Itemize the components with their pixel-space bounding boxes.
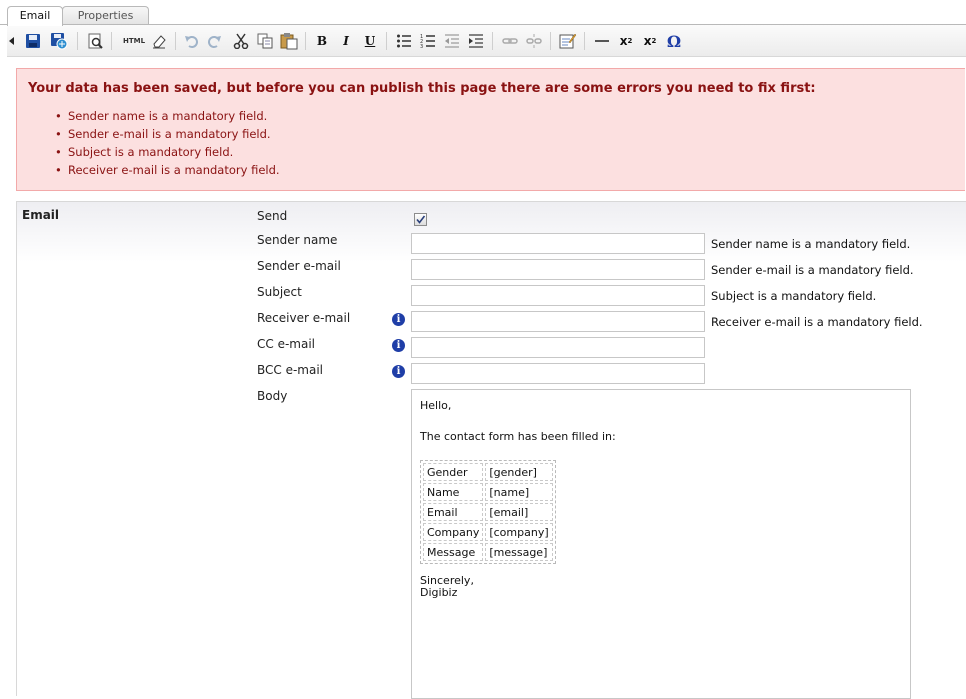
subject-error: Subject is a mandatory field. xyxy=(711,289,877,303)
table-cell-value: [name] xyxy=(485,483,553,501)
horizontal-rule-icon[interactable] xyxy=(592,31,612,51)
subject-input[interactable] xyxy=(411,285,705,306)
table-cell-value: [gender] xyxy=(485,463,553,481)
sender-name-error: Sender name is a mandatory field. xyxy=(711,237,911,251)
info-icon[interactable]: i xyxy=(392,313,405,326)
tab-email[interactable]: Email xyxy=(7,6,63,26)
superscript-label: x xyxy=(643,34,652,48)
body-label: Body xyxy=(257,389,288,403)
cc-email-input[interactable] xyxy=(411,337,705,358)
table-cell-key: Email xyxy=(423,503,484,521)
bcc-email-label: BCC e-mail xyxy=(257,363,324,377)
receiver-email-error: Receiver e-mail is a mandatory field. xyxy=(711,315,923,329)
send-label: Send xyxy=(257,209,288,223)
sender-email-label: Sender e-mail xyxy=(257,259,341,273)
receiver-email-label: Receiver e-mail xyxy=(257,311,351,325)
superscript-index: 2 xyxy=(651,37,657,45)
receiver-email-input[interactable] xyxy=(411,311,705,332)
section-title: Email xyxy=(22,208,60,222)
error-item: Receiver e-mail is a mandatory field. xyxy=(55,161,280,179)
table-row: Message [message] xyxy=(423,543,553,561)
preview-icon[interactable] xyxy=(85,31,105,51)
underline-button[interactable]: U xyxy=(360,31,380,51)
table-cell-value: [company] xyxy=(485,523,553,541)
contact-form-table: Gender [gender] Name [name] Email [email] C… xyxy=(420,460,556,564)
bold-button[interactable]: B xyxy=(312,31,332,51)
subject-label: Subject xyxy=(257,285,302,299)
redo-icon[interactable] xyxy=(205,31,225,51)
subscript-label: x xyxy=(619,34,628,48)
error-item: Sender name is a mandatory field. xyxy=(55,107,280,125)
italic-button[interactable]: I xyxy=(336,31,356,51)
bcc-email-input[interactable] xyxy=(411,363,705,384)
save-publish-icon[interactable] xyxy=(49,31,69,51)
table-row: Name [name] xyxy=(423,483,553,501)
outdent-icon[interactable] xyxy=(442,31,462,51)
link-icon[interactable] xyxy=(500,31,520,51)
send-checkbox[interactable] xyxy=(414,213,427,226)
error-title: Your data has been saved, but before you… xyxy=(28,81,816,96)
error-summary: Your data has been saved, but before you… xyxy=(16,68,965,191)
superscript-button[interactable]: x2 xyxy=(640,31,660,51)
table-cell-key: Company xyxy=(423,523,484,541)
table-cell-key: Name xyxy=(423,483,484,501)
unlink-icon[interactable] xyxy=(524,31,544,51)
edit-form-icon[interactable] xyxy=(558,31,578,51)
cut-icon[interactable] xyxy=(231,31,251,51)
table-row: Company [company] xyxy=(423,523,553,541)
checkmark-icon xyxy=(416,215,426,224)
sender-email-error: Sender e-mail is a mandatory field. xyxy=(711,263,914,277)
table-cell-key: Message xyxy=(423,543,484,561)
table-cell-value: [email] xyxy=(485,503,553,521)
eraser-icon[interactable] xyxy=(149,31,169,51)
save-icon[interactable] xyxy=(23,31,43,51)
table-row: Gender [gender] xyxy=(423,463,553,481)
info-icon[interactable]: i xyxy=(392,339,405,352)
error-item: Subject is a mandatory field. xyxy=(55,143,280,161)
table-cell-key: Gender xyxy=(423,463,484,481)
collapse-arrow-icon[interactable] xyxy=(7,31,17,51)
html-source-button[interactable]: HTML xyxy=(119,31,149,51)
subscript-button[interactable]: x2 xyxy=(616,31,636,51)
error-list: Sender name is a mandatory field. Sender… xyxy=(55,107,280,179)
table-cell-value: [message] xyxy=(485,543,553,561)
cc-email-label: CC e-mail xyxy=(257,337,315,351)
bullet-list-icon[interactable] xyxy=(394,31,414,51)
body-editor[interactable]: Hello, The contact form has been filled … xyxy=(411,389,911,699)
tab-properties[interactable]: Properties xyxy=(62,6,149,25)
subscript-index: 2 xyxy=(627,37,633,45)
body-greeting: Hello, xyxy=(420,399,452,412)
paste-icon[interactable] xyxy=(279,31,299,51)
copy-icon[interactable] xyxy=(255,31,275,51)
omega-symbol-icon[interactable]: Ω xyxy=(664,31,684,51)
numbered-list-icon[interactable]: 123 xyxy=(418,31,438,51)
info-icon[interactable]: i xyxy=(392,365,405,378)
body-intro: The contact form has been filled in: xyxy=(420,430,616,443)
svg-text:3: 3 xyxy=(420,44,423,49)
table-row: Email [email] xyxy=(423,503,553,521)
body-signature: Digibiz xyxy=(420,586,458,599)
editor-toolbar: HTML B I U 123 x2 x 2 Ω xyxy=(7,25,966,57)
sender-name-input[interactable] xyxy=(411,233,705,254)
indent-icon[interactable] xyxy=(466,31,486,51)
error-item: Sender e-mail is a mandatory field. xyxy=(55,125,280,143)
undo-icon[interactable] xyxy=(181,31,201,51)
sender-name-label: Sender name xyxy=(257,233,338,247)
sender-email-input[interactable] xyxy=(411,259,705,280)
